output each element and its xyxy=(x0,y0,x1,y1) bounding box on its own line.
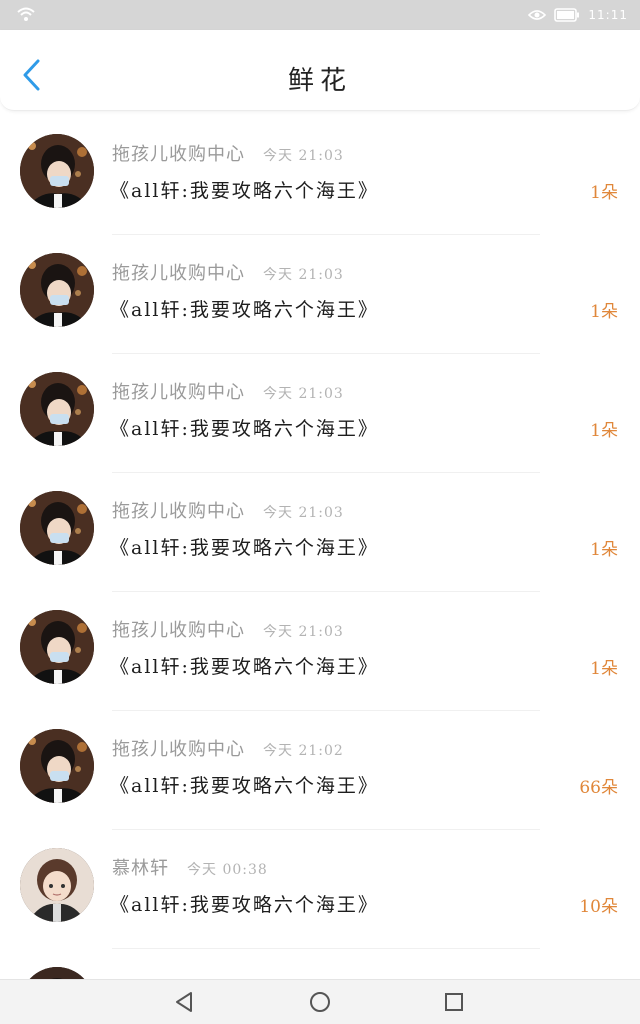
list-item[interactable]: 拖孩儿收购中心 今天 21:03 《all轩:我要攻略六个海王》 1朵 xyxy=(0,592,640,711)
book-title: 《all轩:我要攻略六个海王》 xyxy=(110,299,379,321)
masked-person-avatar[interactable] xyxy=(20,134,94,208)
battery-icon xyxy=(554,8,580,22)
eye-icon xyxy=(528,10,547,20)
timestamp: 今天 21:03 xyxy=(263,624,344,640)
book-title: 《all轩:我要攻略六个海王》 xyxy=(110,537,379,559)
home-circle-icon[interactable] xyxy=(308,990,332,1014)
sender-name: 拖孩儿收购中心 xyxy=(112,501,245,522)
flower-count: 1朵 xyxy=(590,540,618,560)
sender-name: 拖孩儿收购中心 xyxy=(112,144,245,165)
book-title: 《all轩:我要攻略六个海王》 xyxy=(110,656,379,678)
book-title: 《all轩:我要攻略六个海王》 xyxy=(110,180,379,202)
wifi-icon xyxy=(17,7,35,21)
list-item[interactable]: 拖孩儿收购中心 今天 21:03 《all轩:我要攻略六个海王》 1朵 xyxy=(0,354,640,473)
list-item[interactable] xyxy=(0,949,640,980)
masked-person-avatar[interactable] xyxy=(20,253,94,327)
flower-list[interactable]: 拖孩儿收购中心 今天 21:03 《all轩:我要攻略六个海王》 1朵 拖孩儿收… xyxy=(0,116,640,980)
back-triangle-icon[interactable] xyxy=(172,990,196,1014)
navigation-bar xyxy=(0,979,640,1024)
recents-square-icon[interactable] xyxy=(442,990,466,1014)
masked-person-avatar[interactable] xyxy=(20,729,94,803)
flower-count: 1朵 xyxy=(590,659,618,679)
flower-count: 1朵 xyxy=(590,421,618,441)
header: 鲜花 xyxy=(0,30,640,111)
list-item[interactable]: 拖孩儿收购中心 今天 21:02 《all轩:我要攻略六个海王》 66朵 xyxy=(0,711,640,830)
masked-person-avatar[interactable] xyxy=(20,372,94,446)
list-item[interactable]: 拖孩儿收购中心 今天 21:03 《all轩:我要攻略六个海王》 1朵 xyxy=(0,235,640,354)
book-title: 《all轩:我要攻略六个海王》 xyxy=(110,418,379,440)
flower-count: 10朵 xyxy=(579,897,618,917)
list-item[interactable]: 慕林轩 今天 00:38 《all轩:我要攻略六个海王》 10朵 xyxy=(0,830,640,949)
timestamp: 今天 21:03 xyxy=(263,267,344,283)
timestamp: 今天 00:38 xyxy=(187,862,268,878)
list-item[interactable]: 拖孩儿收购中心 今天 21:03 《all轩:我要攻略六个海王》 1朵 xyxy=(0,473,640,592)
cartoon-person-avatar[interactable] xyxy=(20,848,94,922)
flower-count: 1朵 xyxy=(590,302,618,322)
page-title: 鲜花 xyxy=(287,66,352,96)
sender-name: 拖孩儿收购中心 xyxy=(112,382,245,403)
clock: 11:11 xyxy=(588,8,628,22)
masked-person-avatar[interactable] xyxy=(20,610,94,684)
flower-count: 1朵 xyxy=(590,183,618,203)
book-title: 《all轩:我要攻略六个海王》 xyxy=(110,894,379,916)
book-title: 《all轩:我要攻略六个海王》 xyxy=(110,775,379,797)
status-bar: 11:11 xyxy=(0,0,640,30)
timestamp: 今天 21:03 xyxy=(263,148,344,164)
list-item[interactable]: 拖孩儿收购中心 今天 21:03 《all轩:我要攻略六个海王》 1朵 xyxy=(0,116,640,235)
sender-name: 拖孩儿收购中心 xyxy=(112,620,245,641)
timestamp: 今天 21:03 xyxy=(263,386,344,402)
sender-name: 拖孩儿收购中心 xyxy=(112,739,245,760)
timestamp: 今天 21:03 xyxy=(263,505,344,521)
timestamp: 今天 21:02 xyxy=(263,743,344,759)
masked-person-avatar[interactable] xyxy=(20,491,94,565)
sender-name: 慕林轩 xyxy=(112,858,169,879)
sender-name: 拖孩儿收购中心 xyxy=(112,263,245,284)
flower-count: 66朵 xyxy=(579,778,618,798)
